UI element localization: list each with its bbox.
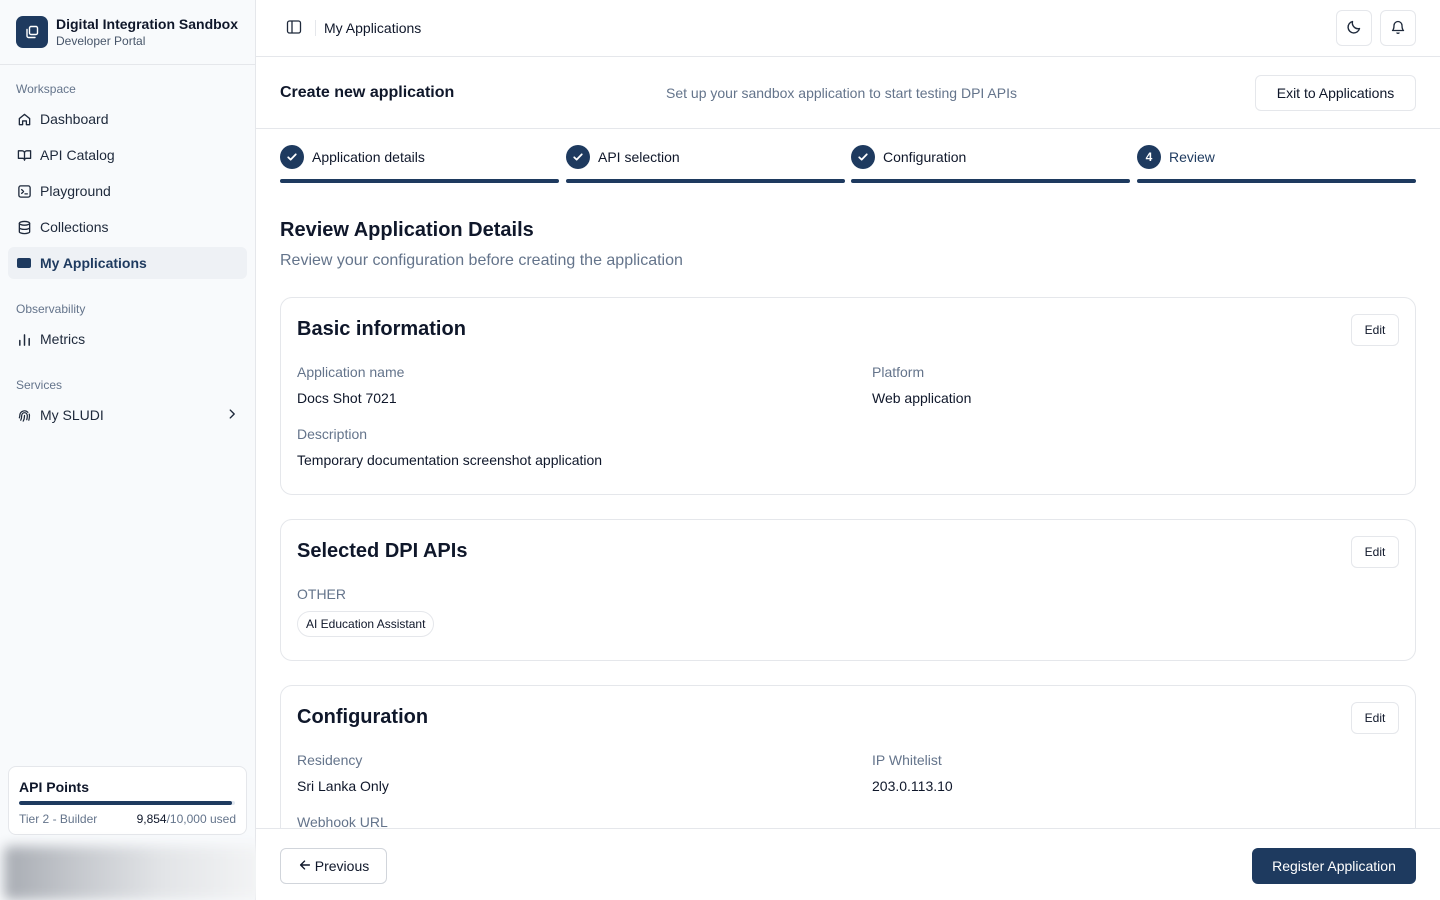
platform-label: Platform xyxy=(872,364,925,380)
check-icon xyxy=(280,145,304,169)
api-group-label: OTHER xyxy=(297,586,346,602)
card-title: Basic information xyxy=(297,318,466,340)
review-subtitle: Review your configuration before creatin… xyxy=(280,252,683,269)
step-progress-bar xyxy=(280,179,559,183)
step-label: Review xyxy=(1169,149,1215,165)
stepper: Application details API selection Config… xyxy=(280,145,1416,183)
api-points-progress xyxy=(19,801,235,805)
step-review[interactable]: 4 Review xyxy=(1137,145,1416,183)
sidebar-item-metrics[interactable]: Metrics xyxy=(8,323,247,355)
theme-toggle-button[interactable] xyxy=(1336,10,1372,46)
register-application-button[interactable]: Register Application xyxy=(1252,848,1416,884)
home-icon xyxy=(16,111,32,127)
section-label-services: Services xyxy=(16,378,63,392)
sidebar-item-label: Collections xyxy=(40,219,109,235)
check-icon xyxy=(566,145,590,169)
sidebar-item-label: Playground xyxy=(40,183,111,199)
edit-basic-info-button[interactable]: Edit xyxy=(1351,314,1399,346)
api-points-progress-fill xyxy=(19,801,232,805)
bell-icon xyxy=(1390,19,1406,38)
step-progress-bar xyxy=(851,179,1130,183)
terminal-icon xyxy=(16,183,32,199)
section-label-observability: Observability xyxy=(16,302,86,316)
card-title: Configuration xyxy=(297,706,429,728)
brand-subtitle: Developer Portal xyxy=(56,33,146,48)
check-icon xyxy=(851,145,875,169)
page-title: My Applications xyxy=(324,20,422,36)
moon-icon xyxy=(1346,19,1362,38)
user-profile-blurred[interactable] xyxy=(4,846,266,900)
step-label: Configuration xyxy=(883,149,967,165)
exit-to-applications-button[interactable]: Exit to Applications xyxy=(1255,75,1416,111)
section-label-workspace: Workspace xyxy=(16,82,76,96)
edit-apis-button[interactable]: Edit xyxy=(1351,536,1399,568)
ip-whitelist-label: IP Whitelist xyxy=(872,752,942,768)
api-points-title: API Points xyxy=(19,779,90,795)
platform-value: Web application xyxy=(872,390,972,406)
sidebar-item-label: Dashboard xyxy=(40,111,109,127)
notifications-button[interactable] xyxy=(1380,10,1416,46)
residency-label: Residency xyxy=(297,752,363,768)
sidebar-item-my-applications[interactable]: My Applications xyxy=(8,247,247,279)
sidebar-item-label: Metrics xyxy=(40,331,86,347)
api-points-usage: 9,854/10,000 used xyxy=(137,812,236,826)
sidebar-toggle-button[interactable] xyxy=(280,14,308,42)
sidebar-toggle-icon xyxy=(286,19,302,38)
wizard-footer: Previous Register Application xyxy=(256,828,1440,900)
sidebar-item-label: My Applications xyxy=(40,255,147,271)
topbar-separator xyxy=(315,20,316,36)
application-name-value: Docs Shot 7021 xyxy=(297,390,397,406)
step-label: API selection xyxy=(598,149,680,165)
api-points-card: API Points Tier 2 - Builder 9,854/10,000… xyxy=(8,766,247,835)
card-title: Selected DPI APIs xyxy=(297,540,468,562)
sidebar-item-collections[interactable]: Collections xyxy=(8,211,247,243)
sidebar-item-my-sludi[interactable]: My SLUDI xyxy=(8,399,247,431)
previous-button[interactable]: Previous xyxy=(280,848,387,884)
create-app-subtitle: Set up your sandbox application to start… xyxy=(666,85,1017,101)
book-icon xyxy=(16,147,32,163)
description-value: Temporary documentation screenshot appli… xyxy=(297,452,603,468)
review-title: Review Application Details xyxy=(280,219,534,241)
sidebar-item-api-catalog[interactable]: API Catalog xyxy=(8,139,247,171)
residency-value: Sri Lanka Only xyxy=(297,778,389,794)
api-points-tier: Tier 2 - Builder xyxy=(19,812,98,826)
fingerprint-icon xyxy=(16,407,32,423)
description-label: Description xyxy=(297,426,368,442)
create-app-title: Create new application xyxy=(280,84,455,101)
sidebar: Digital Integration Sandbox Developer Po… xyxy=(0,0,266,900)
step-progress-bar xyxy=(1137,179,1416,183)
app-icon xyxy=(16,255,32,271)
sidebar-item-label: API Catalog xyxy=(40,147,115,163)
selected-apis-card: Selected DPI APIs Edit OTHER AI Educatio… xyxy=(280,519,1416,661)
step-number: 4 xyxy=(1137,145,1161,169)
copy-icon xyxy=(16,16,48,48)
bar-chart-icon xyxy=(16,331,32,347)
create-app-header: Create new application Set up your sandb… xyxy=(256,57,1440,129)
step-configuration[interactable]: Configuration xyxy=(851,145,1130,183)
step-api-selection[interactable]: API selection xyxy=(566,145,845,183)
sidebar-item-label: My SLUDI xyxy=(40,407,104,423)
api-points-used: 9,854 xyxy=(136,812,167,826)
sidebar-item-playground[interactable]: Playground xyxy=(8,175,247,207)
step-progress-bar xyxy=(566,179,845,183)
sidebar-item-dashboard[interactable]: Dashboard xyxy=(8,103,247,135)
api-points-total: /10,000 used xyxy=(166,812,236,826)
basic-information-card: Basic information Edit Application name … xyxy=(280,297,1416,495)
edit-configuration-button[interactable]: Edit xyxy=(1351,702,1399,734)
chevron-right-icon xyxy=(225,407,239,424)
ip-whitelist-value: 203.0.113.10 xyxy=(872,778,953,794)
previous-button-label: Previous xyxy=(314,858,370,874)
step-application-details[interactable]: Application details xyxy=(280,145,559,183)
topbar: My Applications xyxy=(256,0,1440,57)
brand-title: Digital Integration Sandbox xyxy=(56,15,239,32)
step-label: Application details xyxy=(312,149,425,165)
api-chip: AI Education Assistant xyxy=(297,611,435,637)
brand[interactable]: Digital Integration Sandbox Developer Po… xyxy=(0,0,255,65)
application-name-label: Application name xyxy=(297,364,405,380)
database-icon xyxy=(16,219,32,235)
arrow-left-icon xyxy=(298,858,315,875)
